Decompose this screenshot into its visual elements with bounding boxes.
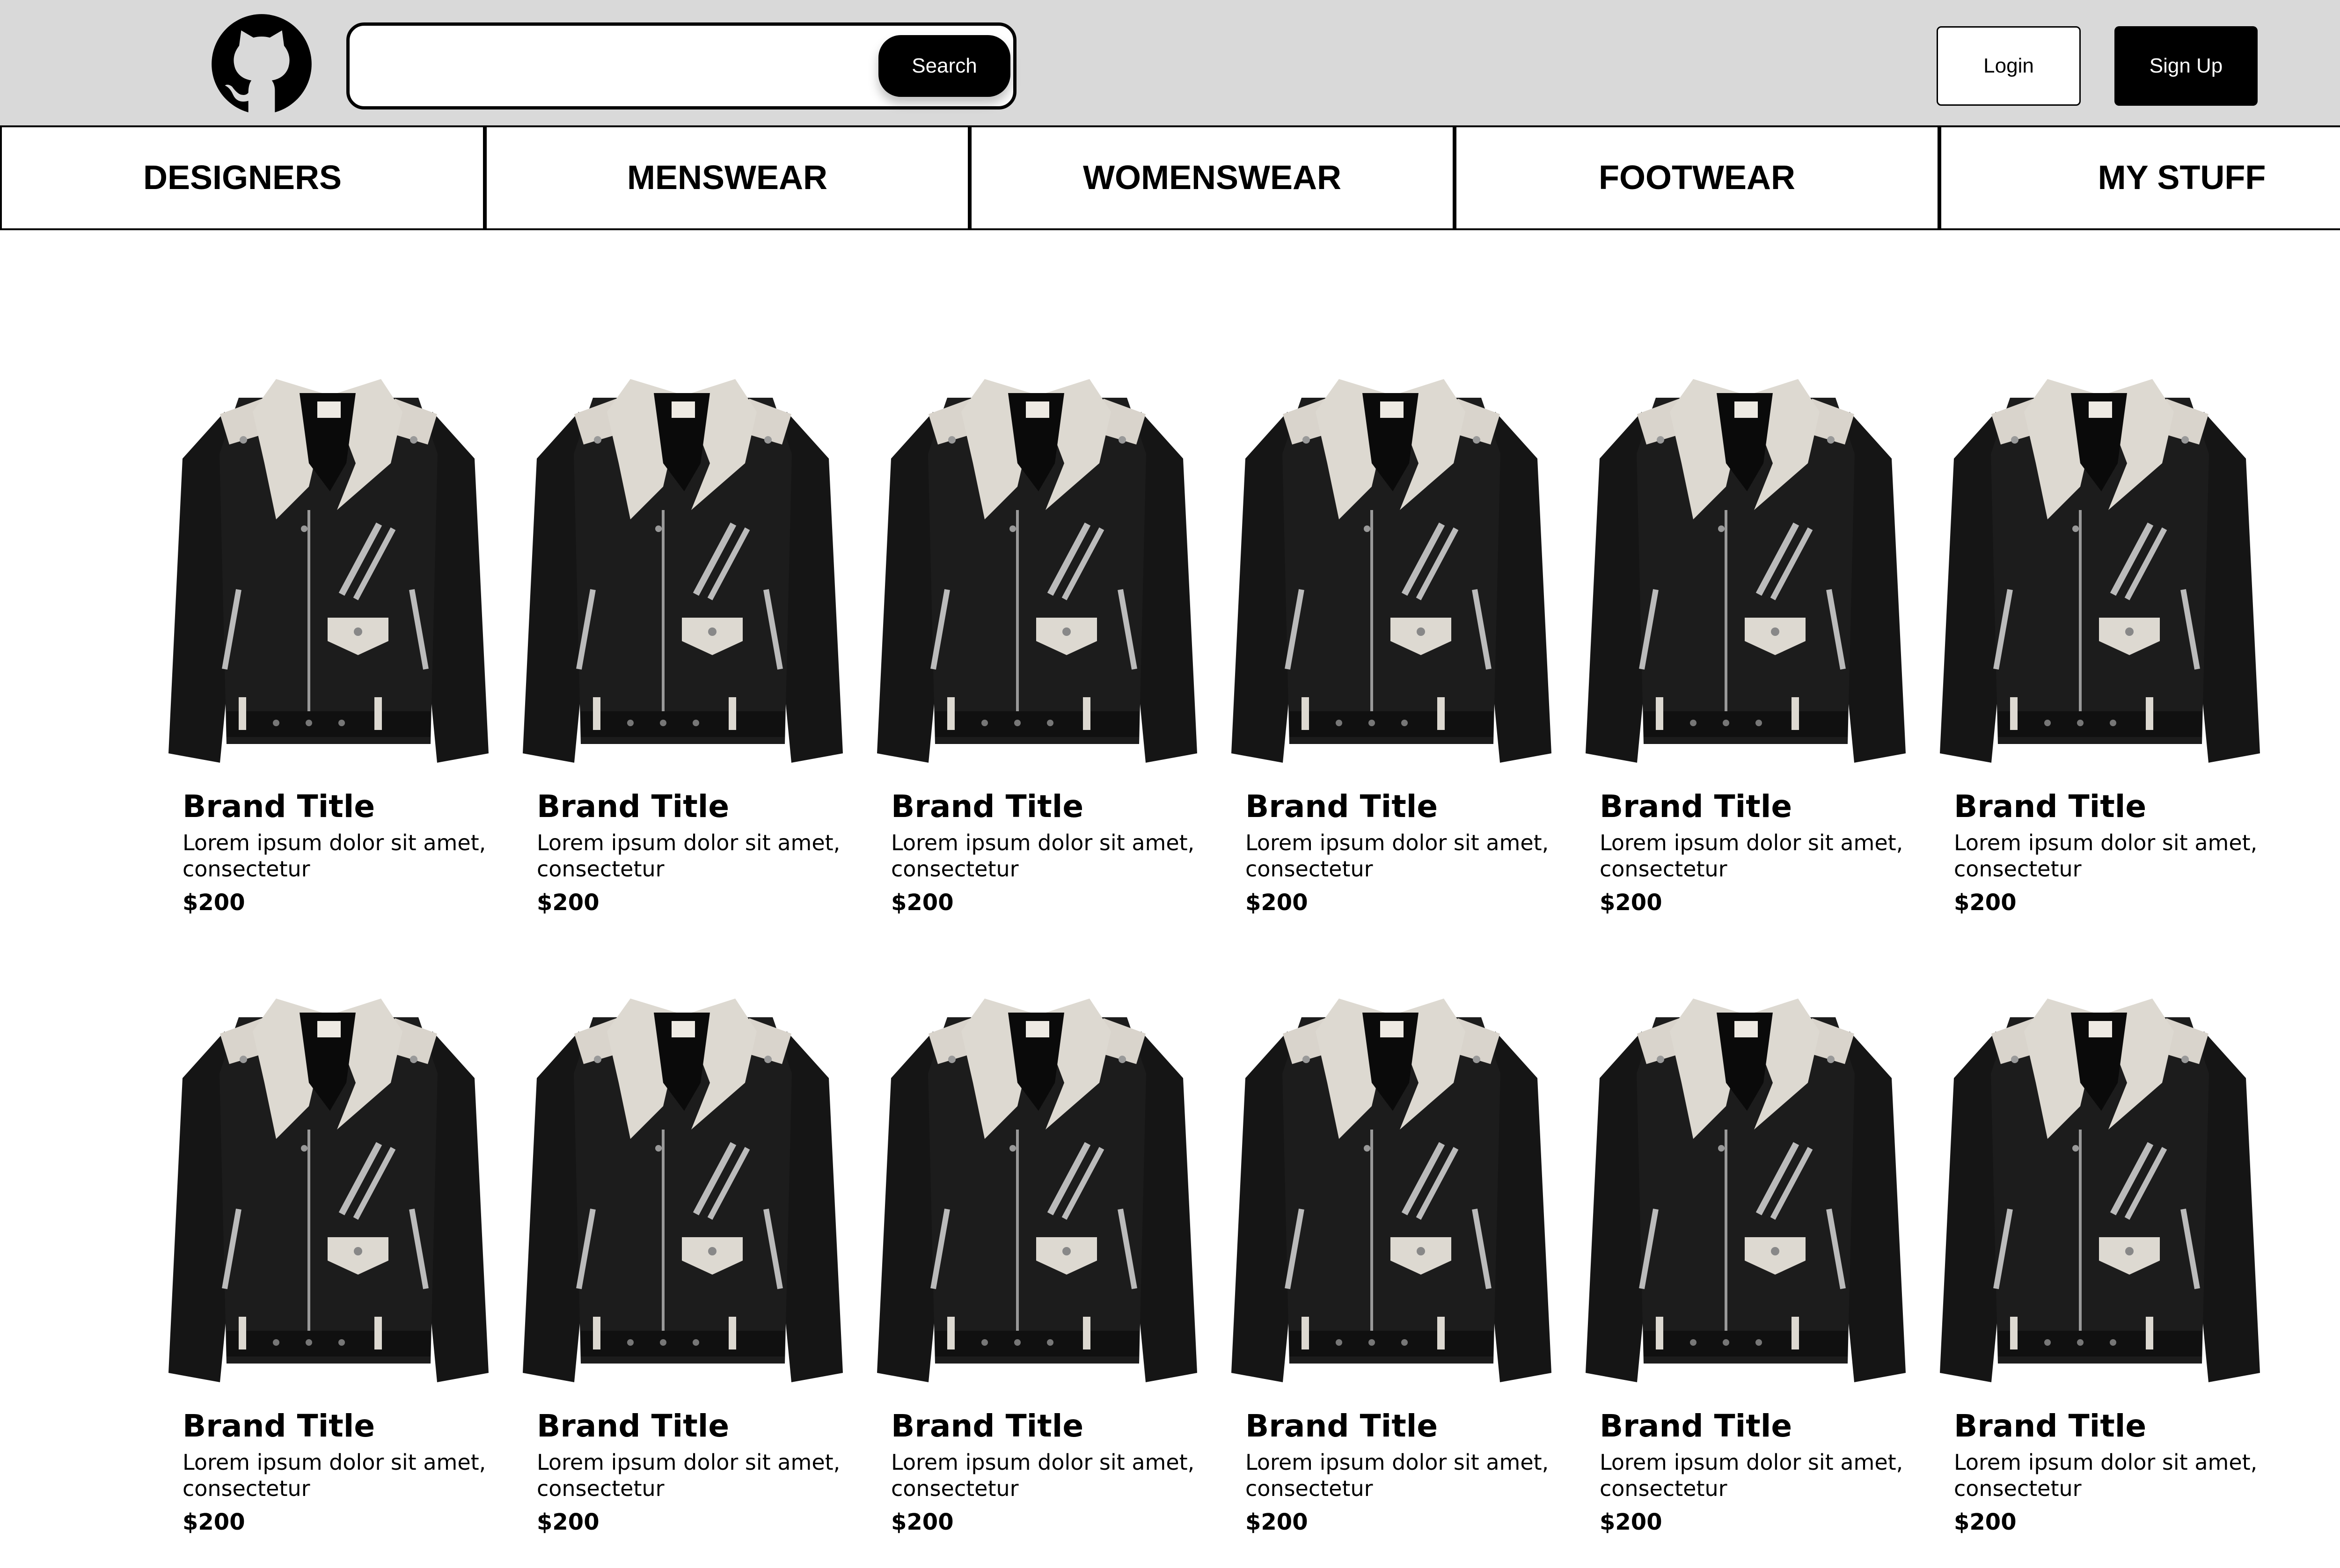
- product-image[interactable]: [523, 989, 843, 1396]
- product-price: $200: [1954, 889, 2017, 916]
- product-image[interactable]: [1586, 989, 1906, 1396]
- product-image[interactable]: [877, 370, 1197, 777]
- tab-menswear[interactable]: MENSWEAR: [485, 125, 970, 230]
- product-brand-title: Brand Title: [1245, 1408, 1438, 1444]
- tab-designers[interactable]: DESIGNERS: [0, 125, 485, 230]
- product-info: Brand Title Lorem ipsum dolor sit amet, …: [1940, 788, 2260, 916]
- product-price: $200: [1954, 1509, 2017, 1535]
- product-image[interactable]: [168, 989, 489, 1396]
- product-brand-title: Brand Title: [183, 788, 375, 824]
- tab-womenswear[interactable]: WOMENSWEAR: [970, 125, 1455, 230]
- product-brand-title: Brand Title: [891, 788, 1084, 824]
- product-info: Brand Title Lorem ipsum dolor sit amet, …: [1231, 1409, 1551, 1535]
- product-image[interactable]: [877, 989, 1197, 1396]
- product-price: $200: [1245, 889, 1308, 916]
- product-info: Brand Title Lorem ipsum dolor sit amet, …: [877, 1409, 1197, 1535]
- product-card[interactable]: Brand Title Lorem ipsum dolor sit amet, …: [877, 989, 1197, 1549]
- search-bar: Search: [346, 22, 1016, 109]
- product-image[interactable]: [1586, 370, 1906, 777]
- product-info: Brand Title Lorem ipsum dolor sit amet, …: [877, 788, 1197, 916]
- product-info: Brand Title Lorem ipsum dolor sit amet, …: [168, 788, 489, 916]
- top-header: Search Login Sign Up: [0, 0, 2340, 125]
- product-description: Lorem ipsum dolor sit amet, consectetur: [183, 830, 486, 882]
- product-image[interactable]: [1940, 989, 2260, 1396]
- product-image[interactable]: [523, 370, 843, 777]
- product-info: Brand Title Lorem ipsum dolor sit amet, …: [168, 1409, 489, 1535]
- product-brand-title: Brand Title: [1954, 1408, 2147, 1444]
- product-card[interactable]: Brand Title Lorem ipsum dolor sit amet, …: [1586, 370, 1906, 929]
- product-brand-title: Brand Title: [1600, 788, 1792, 824]
- product-price: $200: [1600, 1509, 1662, 1535]
- product-card[interactable]: Brand Title Lorem ipsum dolor sit amet, …: [1231, 989, 1551, 1549]
- product-card[interactable]: Brand Title Lorem ipsum dolor sit amet, …: [168, 370, 489, 929]
- product-grid: Brand Title Lorem ipsum dolor sit amet, …: [168, 370, 2260, 1549]
- product-card[interactable]: Brand Title Lorem ipsum dolor sit amet, …: [1586, 989, 1906, 1549]
- product-description: Lorem ipsum dolor sit amet, consectetur: [537, 1449, 841, 1501]
- product-price: $200: [537, 1509, 600, 1535]
- product-info: Brand Title Lorem ipsum dolor sit amet, …: [1231, 788, 1551, 916]
- search-input[interactable]: [361, 36, 887, 97]
- product-brand-title: Brand Title: [891, 1408, 1084, 1444]
- product-description: Lorem ipsum dolor sit amet, consectetur: [1600, 830, 1903, 882]
- product-image[interactable]: [1231, 989, 1551, 1396]
- product-description: Lorem ipsum dolor sit amet, consectetur: [891, 830, 1195, 882]
- product-info: Brand Title Lorem ipsum dolor sit amet, …: [1586, 788, 1906, 916]
- product-card[interactable]: Brand Title Lorem ipsum dolor sit amet, …: [523, 989, 843, 1549]
- product-description: Lorem ipsum dolor sit amet, consectetur: [1954, 830, 2258, 882]
- product-card[interactable]: Brand Title Lorem ipsum dolor sit amet, …: [168, 989, 489, 1549]
- product-description: Lorem ipsum dolor sit amet, consectetur: [1600, 1449, 1903, 1501]
- product-info: Brand Title Lorem ipsum dolor sit amet, …: [1940, 1409, 2260, 1535]
- search-button[interactable]: Search: [878, 35, 1010, 97]
- product-image[interactable]: [1231, 370, 1551, 777]
- product-info: Brand Title Lorem ipsum dolor sit amet, …: [1586, 1409, 1906, 1535]
- product-brand-title: Brand Title: [1954, 788, 2147, 824]
- product-card[interactable]: Brand Title Lorem ipsum dolor sit amet, …: [523, 370, 843, 929]
- product-description: Lorem ipsum dolor sit amet, consectetur: [183, 1449, 486, 1501]
- tab-my-stuff[interactable]: MY STUFF: [1939, 125, 2340, 230]
- product-brand-title: Brand Title: [183, 1408, 375, 1444]
- product-brand-title: Brand Title: [1245, 788, 1438, 824]
- github-octocat-icon[interactable]: [211, 13, 313, 115]
- product-price: $200: [891, 1509, 954, 1535]
- product-price: $200: [1245, 1509, 1308, 1535]
- login-button[interactable]: Login: [1937, 26, 2081, 106]
- product-price: $200: [1600, 889, 1662, 916]
- product-description: Lorem ipsum dolor sit amet, consectetur: [891, 1449, 1195, 1501]
- tab-footwear[interactable]: FOOTWEAR: [1455, 125, 1939, 230]
- product-brand-title: Brand Title: [537, 1408, 730, 1444]
- product-card[interactable]: Brand Title Lorem ipsum dolor sit amet, …: [1231, 370, 1551, 929]
- product-card[interactable]: Brand Title Lorem ipsum dolor sit amet, …: [1940, 989, 2260, 1549]
- product-info: Brand Title Lorem ipsum dolor sit amet, …: [523, 788, 843, 916]
- product-price: $200: [183, 889, 245, 916]
- product-brand-title: Brand Title: [537, 788, 730, 824]
- product-price: $200: [537, 889, 600, 916]
- signup-button[interactable]: Sign Up: [2114, 26, 2258, 106]
- product-description: Lorem ipsum dolor sit amet, consectetur: [1245, 830, 1549, 882]
- product-info: Brand Title Lorem ipsum dolor sit amet, …: [523, 1409, 843, 1535]
- product-card[interactable]: Brand Title Lorem ipsum dolor sit amet, …: [1940, 370, 2260, 929]
- product-image[interactable]: [1940, 370, 2260, 777]
- category-nav: DESIGNERS MENSWEAR WOMENSWEAR FOOTWEAR M…: [0, 125, 2340, 230]
- product-description: Lorem ipsum dolor sit amet, consectetur: [1954, 1449, 2258, 1501]
- product-card[interactable]: Brand Title Lorem ipsum dolor sit amet, …: [877, 370, 1197, 929]
- product-description: Lorem ipsum dolor sit amet, consectetur: [537, 830, 841, 882]
- product-price: $200: [183, 1509, 245, 1535]
- product-brand-title: Brand Title: [1600, 1408, 1792, 1444]
- product-price: $200: [891, 889, 954, 916]
- product-image[interactable]: [168, 370, 489, 777]
- product-description: Lorem ipsum dolor sit amet, consectetur: [1245, 1449, 1549, 1501]
